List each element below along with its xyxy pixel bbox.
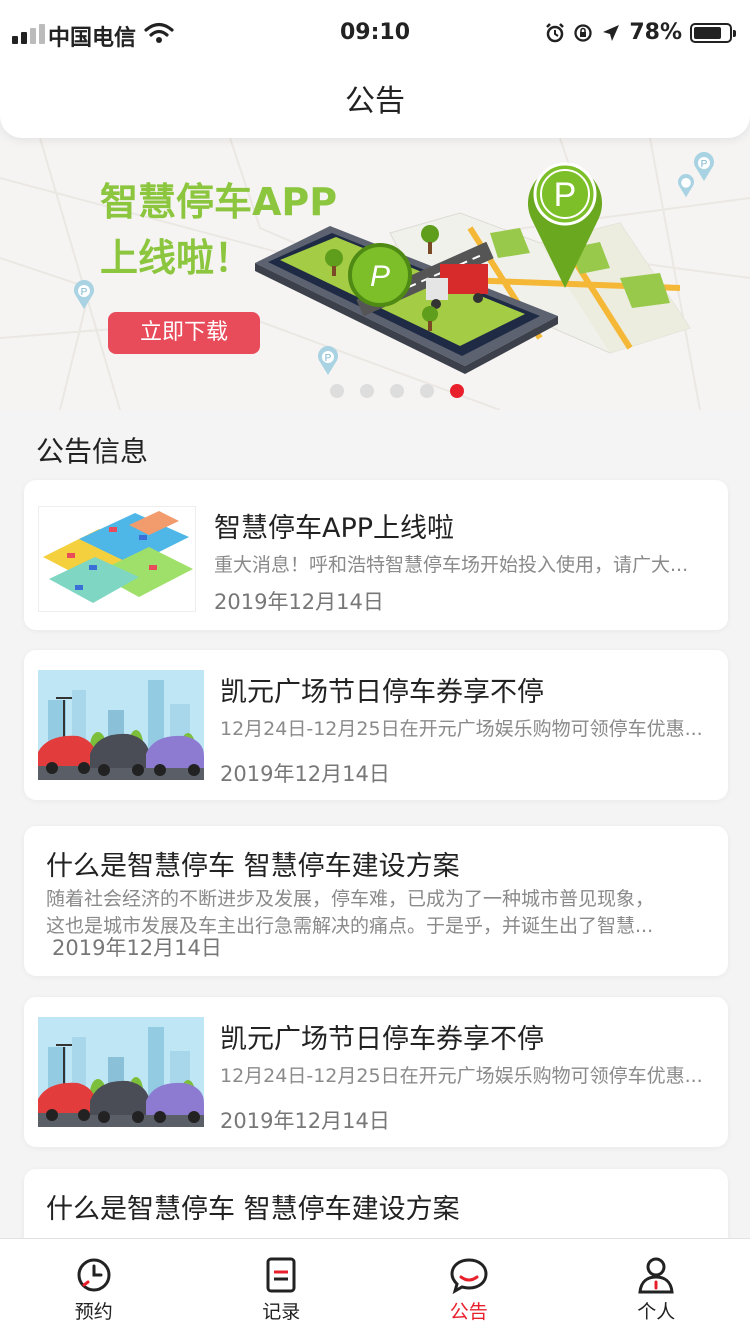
tab-profile[interactable]: 个人 [563, 1239, 750, 1334]
tab-announcements[interactable]: 公告 [375, 1239, 563, 1334]
carousel-dot[interactable] [450, 384, 464, 398]
tab-label: 预约 [74, 1301, 113, 1323]
tab-label: 公告 [449, 1301, 488, 1323]
battery-percent: 78% [629, 20, 682, 45]
announcement-desc: 重大消息！呼和浩特智慧停车场开始投入使用，请广大... [214, 554, 689, 576]
alarm-icon [546, 22, 565, 42]
announcement-title: 智慧停车APP上线啦 [214, 513, 455, 544]
carousel-dot[interactable] [390, 384, 404, 398]
announcement-date: 2019年12月14日 [52, 936, 222, 960]
announcement-desc: 12月24日-12月25日在开元广场娱乐购物可领停车优惠... [220, 718, 703, 740]
announcement-thumbnail [38, 670, 204, 780]
svg-text:P: P [554, 176, 577, 214]
section-title: 公告信息 [36, 435, 149, 468]
announcement-desc: 12月24日-12月25日在开元广场娱乐购物可领停车优惠... [220, 1065, 703, 1087]
page-title: 公告 [345, 84, 405, 119]
bottom-tab-bar: 预约 记录 公告 个人 [0, 1238, 750, 1334]
announcement-card[interactable]: 凯元广场节日停车券享不停 12月24日-12月25日在开元广场娱乐购物可领停车优… [24, 997, 728, 1147]
parking-lot-illustration [43, 511, 193, 603]
map-pin-icon: P [74, 280, 94, 309]
carousel-indicator[interactable] [330, 384, 464, 398]
announcement-date: 2019年12月14日 [220, 762, 390, 786]
announcement-title: 凯元广场节日停车券享不停 [220, 1024, 544, 1055]
carousel-dot[interactable] [330, 384, 344, 398]
announcement-card[interactable]: 智慧停车APP上线啦 重大消息！呼和浩特智慧停车场开始投入使用，请广大... 2… [24, 480, 728, 630]
download-button[interactable]: 立即下载 [108, 312, 260, 354]
location-icon [603, 24, 620, 41]
list-icon [266, 1257, 296, 1293]
svg-text:P: P [81, 287, 88, 298]
city-cars-illustration [38, 670, 204, 780]
rotation-lock-icon [574, 23, 592, 42]
tab-reservation[interactable]: 预约 [0, 1239, 188, 1334]
city-cars-illustration [38, 1017, 204, 1127]
announcement-thumbnail [38, 506, 196, 612]
announcement-card[interactable]: 什么是智慧停车 智慧停车建设方案 随着社会经济的不断进步及发展，停车难，已成为了… [24, 826, 728, 976]
announcement-date: 2019年12月14日 [214, 590, 384, 614]
tab-records[interactable]: 记录 [188, 1239, 376, 1334]
person-icon [638, 1257, 674, 1294]
phone-map-illustration: P P [255, 162, 691, 374]
tab-label: 记录 [262, 1301, 301, 1323]
chat-bubble-icon [450, 1258, 488, 1295]
status-bar: 中国电信 09:10 78% [0, 0, 750, 70]
top-bar: 中国电信 09:10 78% 公告 [0, 0, 750, 138]
announcement-thumbnail [38, 1017, 204, 1127]
battery-icon [690, 22, 736, 43]
carousel-dot[interactable] [360, 384, 374, 398]
promo-banner[interactable]: 智慧停车APP 上线啦！ 立即下载 P P P P P [0, 138, 750, 410]
announcement-card[interactable]: 凯元广场节日停车券享不停 12月24日-12月25日在开元广场娱乐购物可领停车优… [24, 650, 728, 800]
announcement-title: 凯元广场节日停车券享不停 [220, 677, 544, 708]
clock-icon [77, 1258, 111, 1292]
announcement-title: 什么是智慧停车 智慧停车建设方案 [46, 851, 460, 882]
svg-text:P: P [370, 260, 390, 293]
announcement-title: 什么是智慧停车 智慧停车建设方案 [46, 1194, 460, 1225]
tab-label: 个人 [637, 1301, 676, 1323]
carousel-dot[interactable] [420, 384, 434, 398]
announcement-date: 2019年12月14日 [220, 1109, 390, 1133]
